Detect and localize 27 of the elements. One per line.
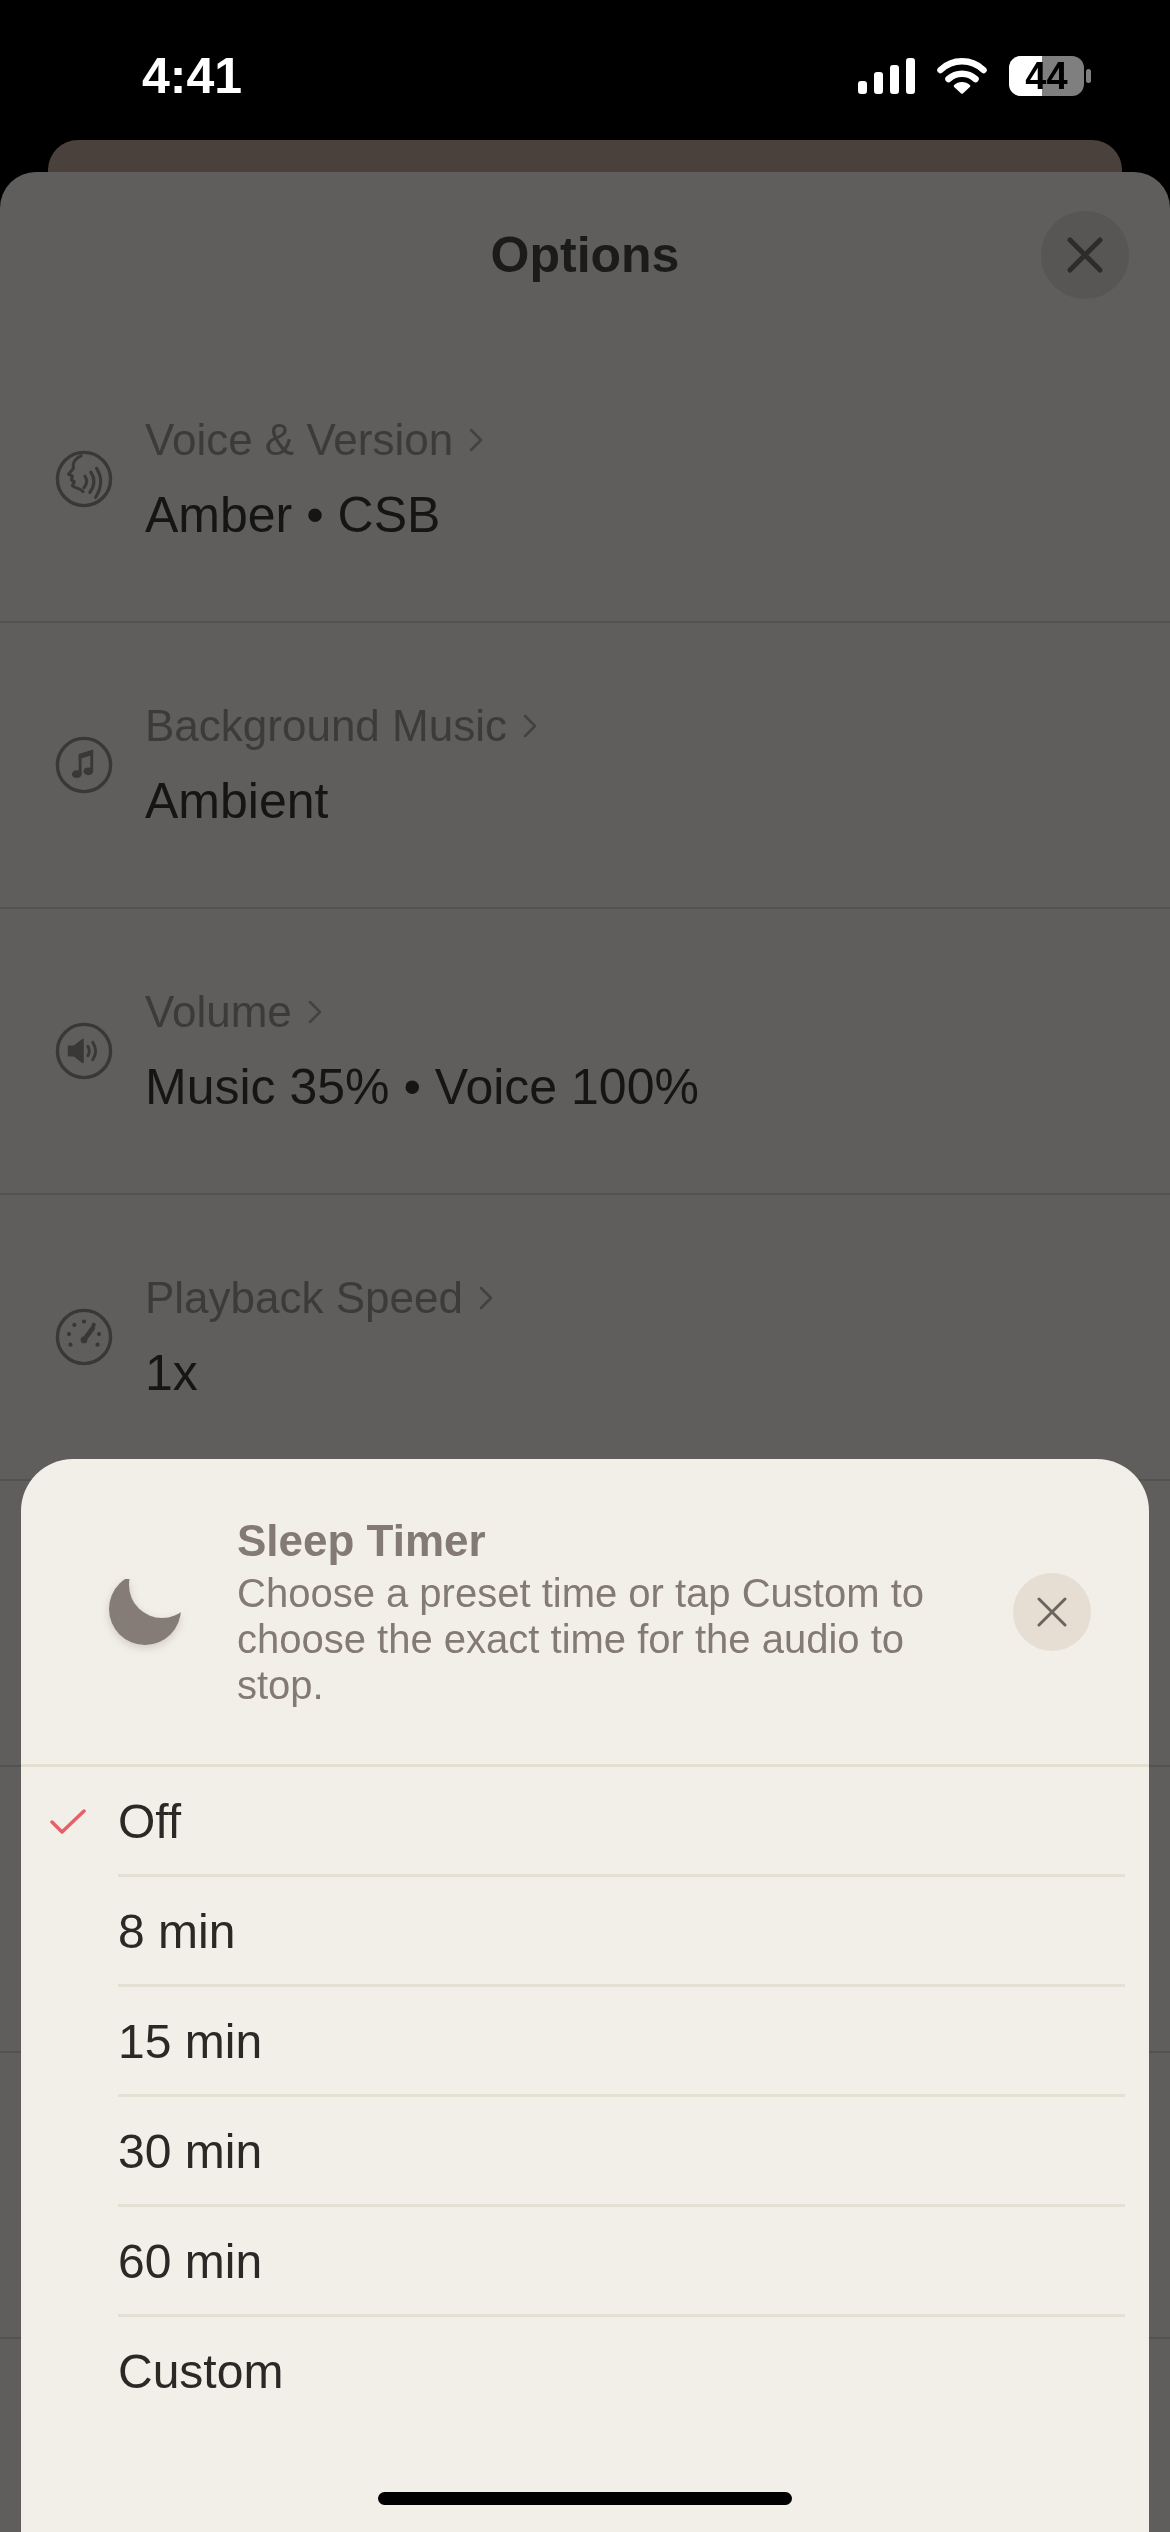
speaker-icon — [55, 1022, 113, 1080]
setting-value: Ambient — [145, 772, 329, 830]
timer-option[interactable]: Custom — [21, 2317, 1125, 2427]
sleep-timer-title: Sleep Timer — [237, 1515, 487, 1567]
timer-option[interactable]: 15 min — [21, 1987, 1125, 2097]
sheet-title: Options — [490, 225, 680, 285]
status-time: 4:41 — [142, 47, 243, 105]
chevron-right-icon — [479, 1286, 493, 1310]
wifi-icon — [937, 58, 987, 94]
music-note-icon — [55, 736, 113, 794]
timer-option[interactable]: 8 min — [21, 1877, 1125, 1987]
speedometer-icon — [55, 1308, 113, 1366]
timer-option[interactable]: Off — [21, 1767, 1125, 1877]
close-icon — [1037, 1596, 1067, 1627]
timer-option[interactable]: 30 min — [21, 2097, 1125, 2207]
sleep-timer-description: Choose a preset time or tap Custom to choose the exact time for the audio to stop. — [237, 1570, 925, 1708]
setting-value: Amber • CSB — [145, 486, 441, 544]
close-icon — [1067, 236, 1103, 273]
timer-option[interactable]: 60 min — [21, 2207, 1125, 2317]
chevron-right-icon — [469, 428, 484, 452]
speaking-head-icon — [55, 450, 113, 508]
chevron-right-icon — [522, 714, 537, 738]
signal-icon — [858, 58, 915, 94]
setting-value: 1x — [145, 1344, 198, 1402]
chevron-right-icon — [307, 1000, 322, 1024]
setting-value: Music 35% • Voice 100% — [145, 1058, 699, 1116]
moon-icon — [109, 1578, 181, 1645]
